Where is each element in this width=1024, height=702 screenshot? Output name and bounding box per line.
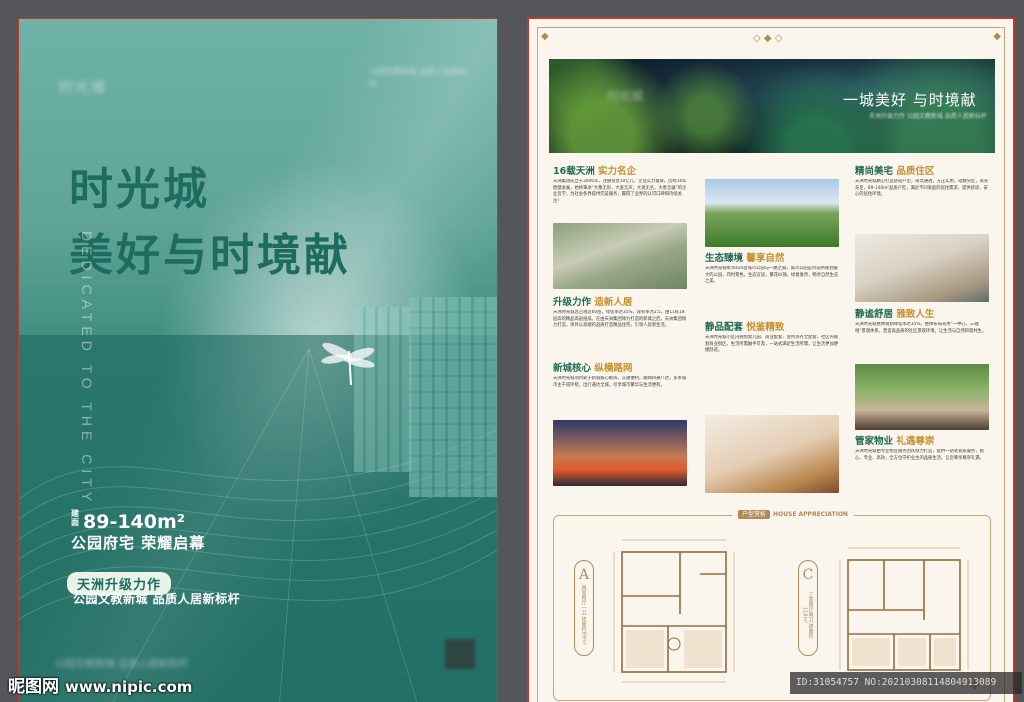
right-flyer: ◇ ◆ ◇ ◆ ◆ 时光城 一城美好 与时境献 天洲升级力作 公园文教新城 品质…: [527, 17, 1015, 702]
column-1: 16载天洲 实力名企 天洲集团成立于2006年，注册资金10亿元，企业实力雄厚。…: [553, 165, 687, 486]
section-title-highlight: 礼遇尊崇: [896, 436, 935, 447]
section-text: 天洲时光城由专业物业服务团队倾力打造，提供一站式管家服务，贴心、专业、高效，全方…: [855, 449, 984, 461]
hero-banner: 时光城 一城美好 与时境献 天洲升级力作 公园文教新城 品质人居新标杆: [549, 59, 995, 153]
site-watermark: 昵图网 www.nipic.com: [8, 672, 192, 697]
hero-logo-blurred: 时光城: [607, 89, 644, 103]
floor-plan-c: [839, 547, 969, 681]
section-text: 天洲时光城整体规划绿化率达35%，整体布局采用“一中心、三轴线”景观体系，营造高…: [855, 322, 987, 334]
column-2: 生态臻境 馨享自然 天洲时光城毗邻420亩城市公园与一路之隔，城市公园是目前所规…: [705, 179, 839, 493]
corner-ornament-icon: ◆: [993, 31, 1001, 42]
area-range: 建面 89-140m²: [71, 509, 185, 533]
poster-title-line2: 美好与时境献: [69, 230, 351, 281]
aerial-view-image: [553, 223, 687, 289]
floor-plan-title: 户型赏析 HOUSE APPRECIATION: [732, 509, 854, 519]
poster-tagline-blurred: 公园文教新城 品质人居新标杆: [369, 67, 468, 89]
building-tall: [409, 297, 497, 497]
poster-subtitle2: 公园文教新城 品质人居新标杆: [73, 592, 241, 606]
building-small: [354, 307, 412, 472]
floor-plan-title-en: HOUSE APPRECIATION: [773, 511, 848, 518]
section-title-main: 16载天洲: [553, 166, 595, 177]
section-title: 升级力作 造新人居: [553, 296, 687, 310]
plan-c-label: C 三室两厅两卫 建面约118m²: [798, 560, 818, 656]
section-text: 天洲时光城毗邻420亩城市公园与一路之隔，城市公园是目前所规划最大的公园，四时景…: [705, 266, 839, 285]
section-text: 天洲集团成立于2006年，注册资金10亿元，企业实力雄厚。历经16年稳健发展，始…: [553, 179, 687, 204]
hero-subtitle: 天洲升级力作 公园文教新城 品质人居新标杆: [869, 113, 987, 120]
section-text: 天洲时光城精心打造舒适户型，南北通透，方正实用，动静分区，采光充足，89-140…: [855, 179, 989, 198]
section-title: 16载天洲 实力名企: [553, 165, 687, 179]
section-text: 天洲时光城总占地近60亩，绿化率达35%，容积率为2.5，由11栋18层高的精品…: [553, 310, 687, 329]
column-3: 精尚美宅 品质住区 天洲时光城精心打造舒适户型，南北通透，方正实用，动静分区，采…: [855, 165, 989, 489]
section-title-highlight: 馨享自然: [746, 253, 785, 264]
poster-title: 时光城 美好与时境献: [69, 157, 351, 289]
section-title-main: 静谧舒居: [855, 309, 894, 320]
city-night-image: [553, 420, 687, 486]
qr-code: [445, 639, 475, 669]
garden-image: [855, 364, 989, 430]
plan-a-text: 两室两厅一卫 建面约89m²: [580, 585, 587, 645]
vertical-english-text: DEDICATED TO THE CITY: [79, 231, 95, 507]
section-title-main: 新城核心: [553, 363, 592, 374]
section-title-highlight: 悦鉴精致: [746, 322, 785, 333]
section-title: 管家物业 礼遇尊崇: [855, 435, 989, 449]
top-ornament-icon: ◇ ◆ ◇: [753, 33, 783, 44]
area-value: 89-140m²: [83, 511, 186, 533]
section-title: 静谧舒居 雅致人生: [855, 308, 989, 322]
cafe-interior-image: [705, 415, 839, 493]
section-title: 生态臻境 馨享自然: [705, 252, 839, 266]
hero-title: 一城美好 与时境献: [843, 91, 977, 109]
living-room-image: [855, 234, 989, 302]
image-id-bar: ID:31054757 NO:20210308114804913089: [790, 672, 1022, 694]
plan-a-letter: A: [578, 567, 590, 583]
section-title: 静品配套 悦鉴精致: [705, 321, 839, 335]
section-title-main: 静品配套: [705, 322, 744, 333]
poster-logo: 时光城: [59, 80, 107, 96]
watermark-url: www.nipic.com: [65, 678, 193, 696]
section-title-main: 生态臻境: [705, 253, 744, 264]
park-image: [705, 179, 839, 247]
plan-c-text: 三室两厅两卫 建面约118m²: [801, 591, 814, 639]
poster-subtitle: 公园府宅 荣耀启幕: [71, 534, 206, 552]
floor-plan-title-tag: 户型赏析: [738, 510, 771, 519]
section-title-highlight: 造新人居: [594, 297, 633, 308]
section-title-highlight: 雅致人生: [896, 309, 935, 320]
corner-ornament-icon: ◆: [541, 31, 549, 42]
section-title: 精尚美宅 品质住区: [855, 165, 989, 179]
left-poster: 时光城 公园文教新城 品质人居新标杆 时光城 美好与时境献 DEDICATED …: [18, 18, 498, 702]
watermark-site: 昵图网: [8, 677, 59, 697]
floor-plan-a: [613, 539, 735, 683]
section-title-highlight: 纵横路网: [594, 363, 633, 374]
plan-a-label: A 两室两厅一卫 建面约89m²: [574, 560, 594, 656]
section-title-main: 升级力作: [553, 297, 592, 308]
section-text: 天洲时光城项目处于新城核心板块，交通便利，路网四通八达，多条城市主干道环绕，出行…: [553, 376, 687, 388]
section-title-highlight: 品质住区: [896, 166, 935, 177]
section-title-main: 管家物业: [855, 436, 894, 447]
area-prefix: 建面: [71, 509, 79, 527]
poster-footer-blurred: 公园文教新城 品质人居新标杆: [55, 659, 189, 670]
dragonfly-icon: [321, 342, 375, 386]
poster-title-line1: 时光城: [69, 164, 210, 215]
section-title: 新城核心 纵横路网: [553, 362, 687, 376]
section-text: 天洲时光城小区内规划幼儿园、商业配套、会所等齐全配套，社区内规划商业街区，生活所…: [705, 335, 839, 354]
plan-c-letter: C: [802, 567, 814, 583]
section-title-main: 精尚美宅: [855, 166, 894, 177]
section-title-highlight: 实力名企: [598, 166, 637, 177]
